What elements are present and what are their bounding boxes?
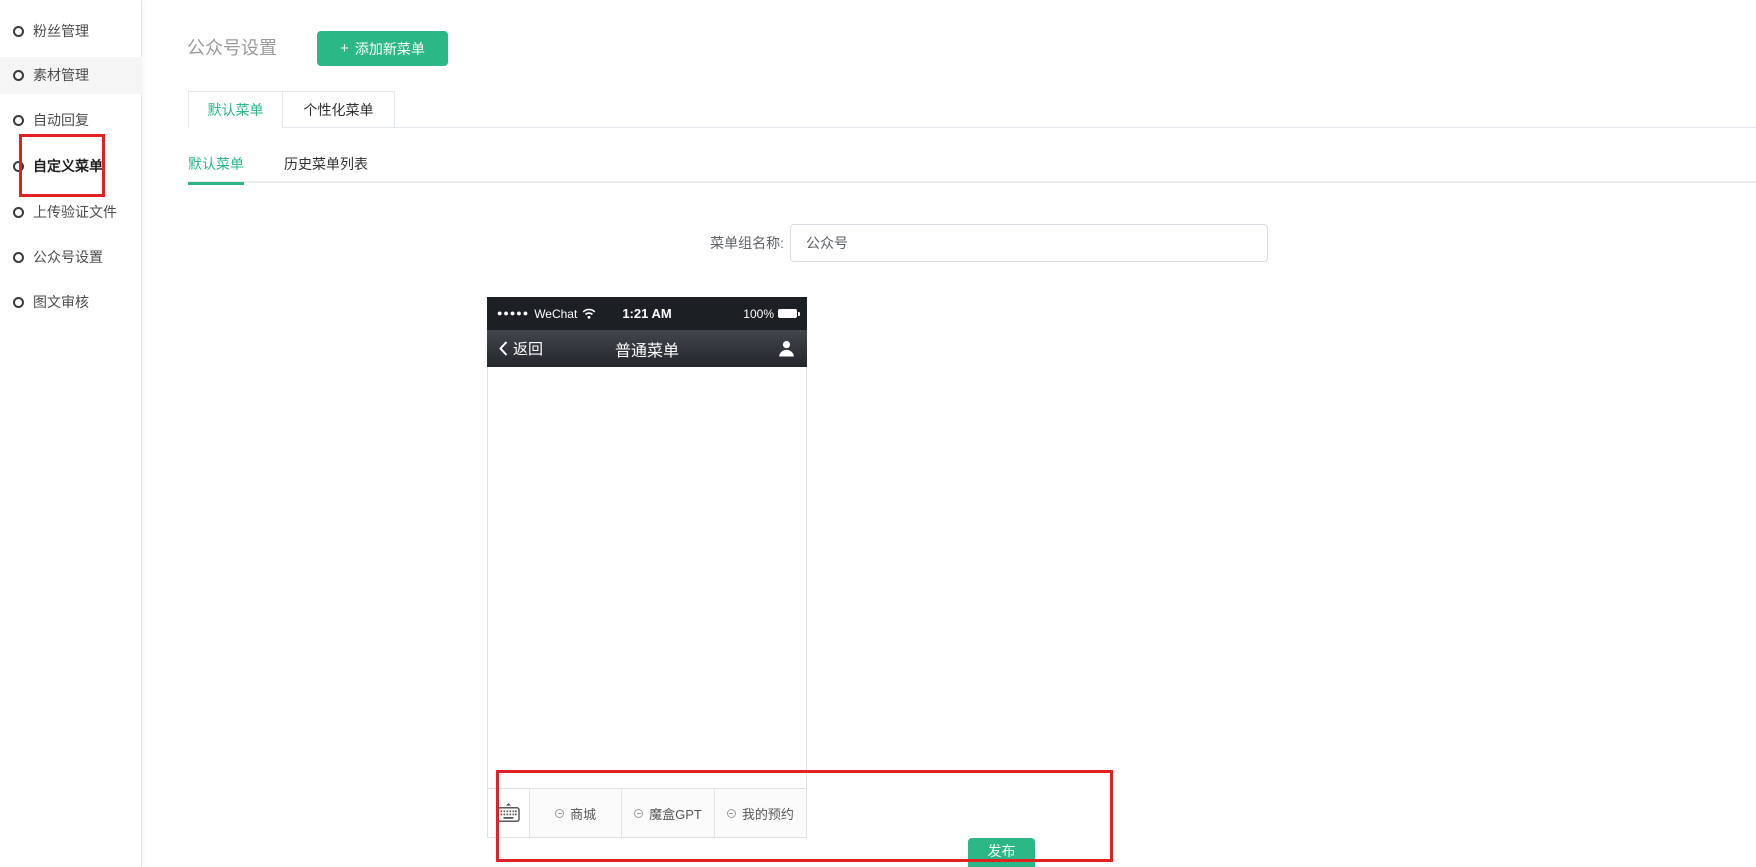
tab-default-menu[interactable]: 默认菜单: [188, 91, 283, 128]
chevron-left-icon: [499, 341, 508, 356]
subtab-default-menu[interactable]: 默认菜单: [188, 145, 244, 183]
sidebar-item-label: 图文审核: [33, 292, 89, 312]
sidebar-item-label: 自动回复: [33, 110, 89, 130]
circle-minus-icon: [727, 809, 736, 818]
sidebar-item-official-account-settings[interactable]: 公众号设置: [13, 246, 103, 268]
keyboard-icon: [496, 803, 521, 823]
publish-button[interactable]: 发布: [968, 838, 1035, 867]
battery-percent: 100%: [743, 307, 774, 321]
wechat-menu-item-label: 我的预约: [742, 804, 794, 823]
sidebar-item-article-review[interactable]: 图文审核: [13, 291, 89, 313]
circle-icon: [13, 115, 24, 126]
circle-icon: [13, 252, 24, 263]
primary-tabs: 默认菜单 个性化菜单: [188, 91, 1756, 128]
sidebar-item-label: 公众号设置: [33, 247, 103, 267]
add-new-menu-button[interactable]: + 添加新菜单: [317, 31, 448, 66]
add-new-menu-button-label: 添加新菜单: [355, 39, 425, 59]
wechat-menu-item-shop[interactable]: 商城: [530, 789, 622, 837]
sidebar-item-label: 上传验证文件: [33, 202, 117, 222]
sidebar-item-label: 自定义菜单: [33, 156, 103, 176]
battery-icon: [778, 309, 797, 318]
menu-group-name-label: 菜单组名称:: [600, 236, 784, 250]
plus-icon: +: [340, 41, 349, 56]
back-button[interactable]: 返回: [499, 338, 543, 359]
wechat-menu-item-label: 魔盒GPT: [649, 804, 702, 823]
back-button-label: 返回: [513, 338, 543, 359]
sidebar-item-label: 素材管理: [33, 65, 89, 85]
tab-personalized-menu[interactable]: 个性化菜单: [283, 91, 395, 127]
subtab-history-menu-list[interactable]: 历史菜单列表: [284, 145, 368, 183]
page-title: 公众号设置: [187, 38, 277, 58]
menu-group-name-input[interactable]: [790, 224, 1268, 262]
app-root: 粉丝管理 素材管理 自动回复 自定义菜单 上传验证文件 公众号设置 图文审核 公…: [0, 0, 1756, 867]
circle-icon: [13, 161, 24, 172]
sidebar-item-custom-menu[interactable]: 自定义菜单: [13, 155, 103, 177]
circle-icon: [13, 207, 24, 218]
wechat-menu-item-my-reservations[interactable]: 我的预约: [715, 789, 806, 837]
phone-menu-bar: 商城 魔盒GPT 我的预约: [487, 788, 807, 838]
sidebar-item-auto-reply[interactable]: 自动回复: [13, 109, 89, 131]
circle-minus-icon: [634, 809, 643, 818]
circle-minus-icon: [555, 809, 564, 818]
phone-body: [487, 367, 807, 788]
phone-status-bar: ●●●●● WeChat 1:21 AM 100%: [487, 297, 807, 330]
phone-nav-bar: 返回 普通菜单: [487, 330, 807, 367]
sidebar-item-material-management[interactable]: 素材管理: [13, 64, 89, 86]
circle-icon: [13, 26, 24, 37]
wechat-menu-item-magicbox-gpt[interactable]: 魔盒GPT: [622, 789, 714, 837]
circle-icon: [13, 297, 24, 308]
keyboard-toggle-button[interactable]: [488, 789, 530, 837]
status-right: 100%: [743, 307, 797, 321]
user-icon: [778, 340, 795, 357]
sidebar: 粉丝管理 素材管理 自动回复 自定义菜单 上传验证文件 公众号设置 图文审核: [0, 0, 142, 867]
sidebar-item-label: 粉丝管理: [33, 21, 89, 41]
secondary-tabs: 默认菜单 历史菜单列表: [188, 145, 1756, 183]
sidebar-item-fans-management[interactable]: 粉丝管理: [13, 20, 89, 42]
phone-preview: ●●●●● WeChat 1:21 AM 100% 返回: [487, 297, 807, 838]
circle-icon: [13, 70, 24, 81]
sidebar-item-upload-verification-file[interactable]: 上传验证文件: [13, 201, 117, 223]
wechat-menu-item-label: 商城: [570, 804, 596, 823]
